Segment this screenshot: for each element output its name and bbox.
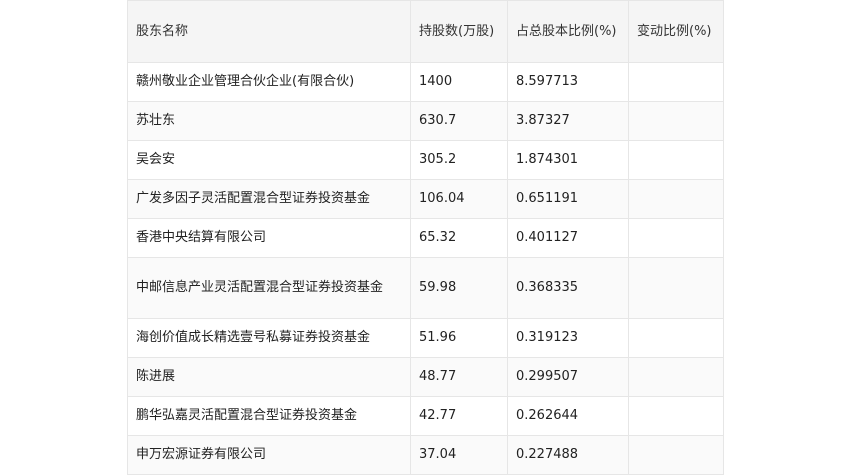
cell-change-ratio [628,357,724,397]
table-row: 申万宏源证券有限公司 37.04 0.227488 [127,435,724,475]
cell-shareholder-name: 苏壮东 [127,101,411,141]
header-shares-held: 持股数(万股) [410,0,508,63]
table-row: 苏壮东 630.7 3.87327 [127,101,724,141]
header-change-ratio: 变动比例(%) [628,0,724,63]
cell-shareholder-name: 香港中央结算有限公司 [127,218,411,258]
cell-change-ratio [628,140,724,180]
cell-change-ratio [628,62,724,102]
cell-shares-held: 65.32 [410,218,508,258]
cell-shareholder-name: 海创价值成长精选壹号私募证券投资基金 [127,318,411,358]
cell-change-ratio [628,101,724,141]
table-row: 鹏华弘嘉灵活配置混合型证券投资基金 42.77 0.262644 [127,396,724,436]
cell-shares-held: 59.98 [410,257,508,319]
cell-shareholder-name: 陈进展 [127,357,411,397]
shareholder-table-container: 股东名称 持股数(万股) 占总股本比例(%) 变动比例(%) 赣州敬业企业管理合… [127,0,724,475]
cell-shareholder-name: 广发多因子灵活配置混合型证券投资基金 [127,179,411,219]
cell-shareholder-name: 赣州敬业企业管理合伙企业(有限合伙) [127,62,411,102]
table-row: 吴会安 305.2 1.874301 [127,140,724,180]
cell-share-ratio: 0.368335 [507,257,629,319]
cell-shares-held: 42.77 [410,396,508,436]
cell-shares-held: 48.77 [410,357,508,397]
table-row: 中邮信息产业灵活配置混合型证券投资基金 59.98 0.368335 [127,257,724,319]
cell-share-ratio: 1.874301 [507,140,629,180]
cell-shareholder-name: 中邮信息产业灵活配置混合型证券投资基金 [127,257,411,319]
cell-shares-held: 305.2 [410,140,508,180]
table-row: 广发多因子灵活配置混合型证券投资基金 106.04 0.651191 [127,179,724,219]
table-row: 陈进展 48.77 0.299507 [127,357,724,397]
cell-share-ratio: 0.401127 [507,218,629,258]
cell-share-ratio: 0.299507 [507,357,629,397]
cell-share-ratio: 0.651191 [507,179,629,219]
cell-change-ratio [628,257,724,319]
cell-shareholder-name: 鹏华弘嘉灵活配置混合型证券投资基金 [127,396,411,436]
cell-change-ratio [628,396,724,436]
cell-change-ratio [628,179,724,219]
cell-shares-held: 106.04 [410,179,508,219]
table-row: 香港中央结算有限公司 65.32 0.401127 [127,218,724,258]
cell-share-ratio: 0.319123 [507,318,629,358]
table-header-row: 股东名称 持股数(万股) 占总股本比例(%) 变动比例(%) [127,0,724,63]
cell-share-ratio: 8.597713 [507,62,629,102]
cell-share-ratio: 0.227488 [507,435,629,475]
cell-shareholder-name: 吴会安 [127,140,411,180]
table-row: 海创价值成长精选壹号私募证券投资基金 51.96 0.319123 [127,318,724,358]
cell-shares-held: 37.04 [410,435,508,475]
header-shareholder-name: 股东名称 [127,0,411,63]
cell-change-ratio [628,318,724,358]
cell-shares-held: 51.96 [410,318,508,358]
cell-shareholder-name: 申万宏源证券有限公司 [127,435,411,475]
cell-shares-held: 1400 [410,62,508,102]
table-row: 赣州敬业企业管理合伙企业(有限合伙) 1400 8.597713 [127,62,724,102]
cell-shares-held: 630.7 [410,101,508,141]
cell-change-ratio [628,218,724,258]
cell-share-ratio: 0.262644 [507,396,629,436]
cell-share-ratio: 3.87327 [507,101,629,141]
header-share-ratio: 占总股本比例(%) [507,0,629,63]
shareholder-table: 股东名称 持股数(万股) 占总股本比例(%) 变动比例(%) 赣州敬业企业管理合… [127,0,724,475]
cell-change-ratio [628,435,724,475]
